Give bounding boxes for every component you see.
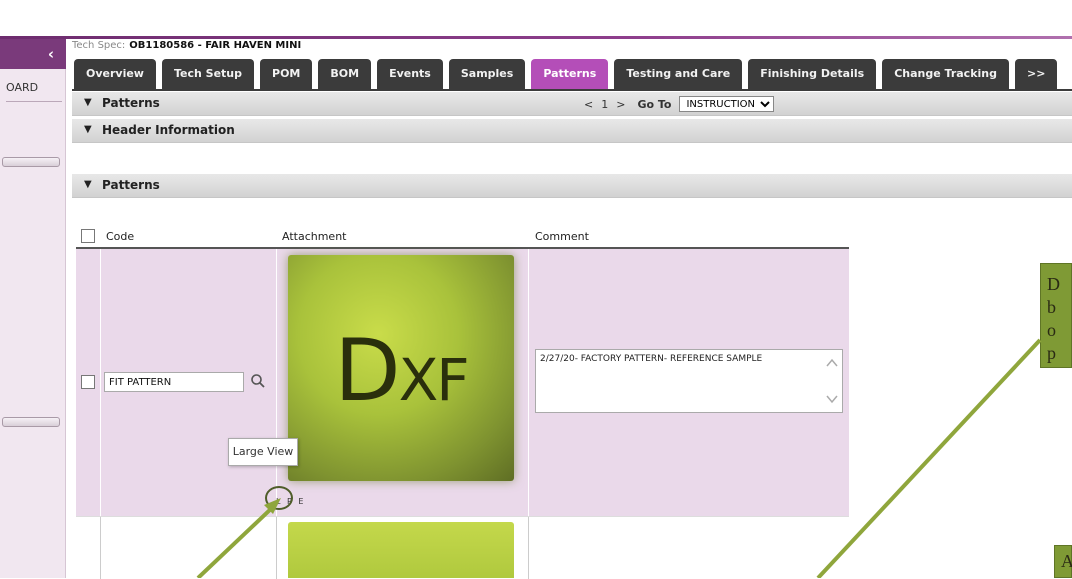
callout-arrows (196, 338, 1042, 578)
